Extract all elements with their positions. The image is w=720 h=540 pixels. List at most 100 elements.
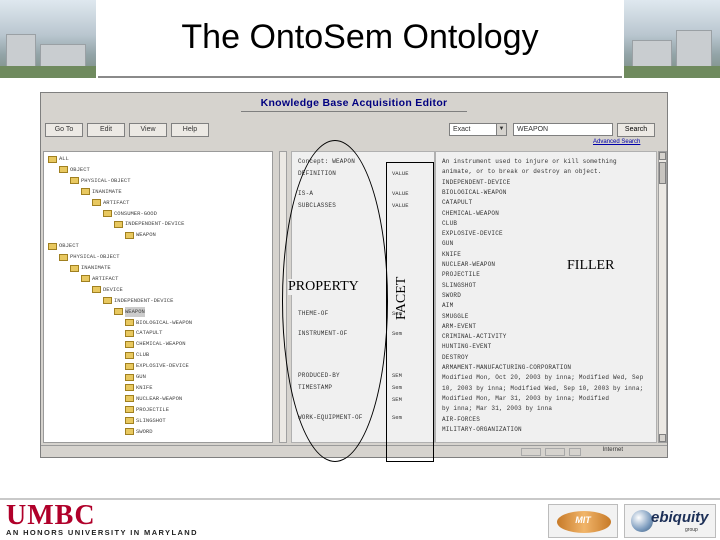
tree-node-label: OBJECT (59, 242, 79, 250)
mit-logo-text: MIT (575, 515, 591, 525)
tree-node[interactable]: PROJECTILE (125, 405, 169, 415)
folder-icon (125, 319, 134, 326)
tree-node-label: INDEPENDENT-DEVICE (125, 220, 185, 228)
filler-value[interactable]: ARM-EVENT (442, 323, 476, 330)
filler-value[interactable]: GUN (442, 240, 453, 247)
tree-node-label: KNIFE (136, 383, 153, 391)
filler-value[interactable]: by inna; Mar 31, 2003 by inna (442, 405, 552, 412)
filler-panel: An instrument used to injure or kill som… (435, 151, 657, 443)
tree-node[interactable]: CONSUMER-GOOD (103, 209, 157, 219)
filler-value[interactable]: CRIMINAL-ACTIVITY (442, 333, 507, 340)
filler-value[interactable]: CATAPULT (442, 199, 472, 206)
tree-node-label: OBJECT (70, 165, 90, 173)
filler-value[interactable]: animate, or to break or destroy an objec… (442, 168, 602, 175)
filler-value[interactable]: 10, 2003 by inna; Modified Wed, Sep 10, … (442, 385, 643, 392)
tree-node-label: INDEPENDENT-DEVICE (114, 296, 174, 304)
scroll-up-arrow[interactable] (659, 152, 666, 160)
filler-value[interactable]: ARMAMENT-MANUFACTURING-CORPORATION (442, 364, 571, 371)
tree-node-label: ARTIFACT (92, 274, 119, 282)
edit-button[interactable]: Edit (87, 123, 125, 137)
scroll-thumb[interactable] (659, 162, 666, 184)
help-button[interactable]: Help (171, 123, 209, 137)
filler-value[interactable]: Modified Mon, Oct 20, 2003 by inna; Modi… (442, 374, 643, 381)
folder-icon (125, 362, 134, 370)
tree-node[interactable]: OBJECT (48, 241, 79, 251)
folder-icon (114, 308, 123, 316)
tree-node[interactable]: INANIMATE (70, 263, 111, 273)
advanced-search-link[interactable]: Advanced Search (593, 139, 640, 145)
tree-node-label: CLUB (136, 351, 150, 359)
folder-icon (59, 166, 68, 174)
tree-node[interactable]: WEAPON (114, 306, 145, 317)
filler-value[interactable]: SLINGSHOT (442, 282, 476, 289)
tree-node[interactable]: WEAPON (125, 230, 156, 240)
filler-value[interactable]: CHEMICAL-WEAPON (442, 210, 499, 217)
folder-icon (103, 297, 112, 305)
tree-node[interactable]: ARTIFACT (81, 274, 118, 284)
tree-node[interactable]: CATAPULT (125, 328, 162, 338)
scroll-down-arrow[interactable] (659, 434, 666, 442)
search-button[interactable]: Search (617, 123, 655, 137)
filler-annotation-label: FILLER (567, 258, 615, 273)
filler-value[interactable]: NUCLEAR-WEAPON (442, 261, 495, 268)
filler-value[interactable]: AIR-FORCES (442, 416, 480, 423)
property-highlight-ellipse (282, 140, 388, 462)
search-input[interactable]: WEAPON (513, 123, 613, 136)
filler-scrollbar[interactable] (658, 151, 667, 443)
filler-value[interactable]: PROJECTILE (442, 271, 480, 278)
tree-node[interactable]: PHYSICAL-OBJECT (59, 252, 120, 262)
filler-value[interactable]: SMUGGLE (442, 313, 469, 320)
filler-value[interactable]: INDEPENDENT-DEVICE (442, 179, 510, 186)
filler-value[interactable]: An instrument used to injure or kill som… (442, 158, 617, 165)
filler-value[interactable]: HUNTING-EVENT (442, 343, 491, 350)
tree-node[interactable]: NUCLEAR-WEAPON (125, 394, 182, 404)
tree-node[interactable]: GUN (125, 372, 146, 382)
tree-node-label: NUCLEAR-WEAPON (136, 394, 183, 402)
tree-node[interactable]: CHEMICAL-WEAPON (125, 339, 186, 349)
tree-node[interactable]: PHYSICAL-OBJECT (70, 176, 131, 186)
grass-shape (0, 66, 96, 78)
tree-node-label: PHYSICAL-OBJECT (70, 253, 120, 261)
tree-node[interactable]: CLUB (125, 350, 149, 360)
filler-value[interactable]: SWORD (442, 292, 461, 299)
tree-node[interactable]: ARTIFACT (92, 198, 129, 208)
ebiquity-logo: ebiquity group (624, 504, 716, 538)
tree-node[interactable]: INDEPENDENT-DEVICE (114, 219, 184, 229)
filler-value[interactable]: BIOLOGICAL-WEAPON (442, 189, 507, 196)
folder-icon (125, 406, 134, 414)
chevron-down-icon: ▼ (496, 124, 506, 135)
tree-node[interactable]: SWORD (125, 427, 153, 437)
tree-node[interactable]: EXPLOSIVE-DEVICE (125, 361, 189, 371)
tree-node-label: ALL (59, 155, 69, 162)
tree-node-label: SWORD (136, 427, 153, 435)
filler-value[interactable]: EXPLOSIVE-DEVICE (442, 230, 503, 237)
tree-node-label: PHYSICAL-OBJECT (81, 176, 131, 184)
tree-node[interactable]: INDEPENDENT-DEVICE (103, 296, 173, 306)
ontology-tree[interactable]: ALL OBJECT PHYSICAL-OBJECT INANIMATE ARTIFAC… (43, 151, 273, 443)
tree-node[interactable]: BIOLOGICAL-WEAPON (125, 318, 192, 328)
status-zone-text: Internet (602, 447, 623, 453)
filler-value[interactable]: Modified Mon, Mar 31, 2003 by inna; Modi… (442, 395, 609, 402)
tree-node[interactable]: SLINGSHOT (125, 416, 166, 426)
tree-node[interactable]: ALL (48, 154, 69, 164)
filler-value[interactable]: DESTROY (442, 354, 469, 361)
goto-button[interactable]: Go To (45, 123, 83, 137)
filler-value[interactable]: AIM (442, 302, 453, 309)
tree-node[interactable]: DEVICE (92, 285, 123, 295)
filler-value[interactable]: MILITARY-ORGANIZATION (442, 426, 522, 433)
folder-icon (48, 242, 57, 250)
tree-node-label: CATAPULT (136, 329, 163, 337)
tree-node[interactable]: INANIMATE (81, 187, 122, 197)
folder-icon (125, 351, 134, 359)
folder-icon (125, 231, 134, 239)
filler-value[interactable]: KNIFE (442, 251, 461, 258)
search-mode-select[interactable]: Exact ▼ (449, 123, 507, 136)
tree-node[interactable]: KNIFE (125, 383, 153, 393)
tree-node[interactable]: OBJECT (59, 165, 90, 175)
footer-divider (0, 498, 720, 500)
view-button[interactable]: View (129, 123, 167, 137)
filler-value[interactable]: CLUB (442, 220, 457, 227)
window-title-underline (241, 111, 467, 112)
folder-icon (125, 329, 134, 337)
mit-logo: MIT (548, 504, 618, 538)
